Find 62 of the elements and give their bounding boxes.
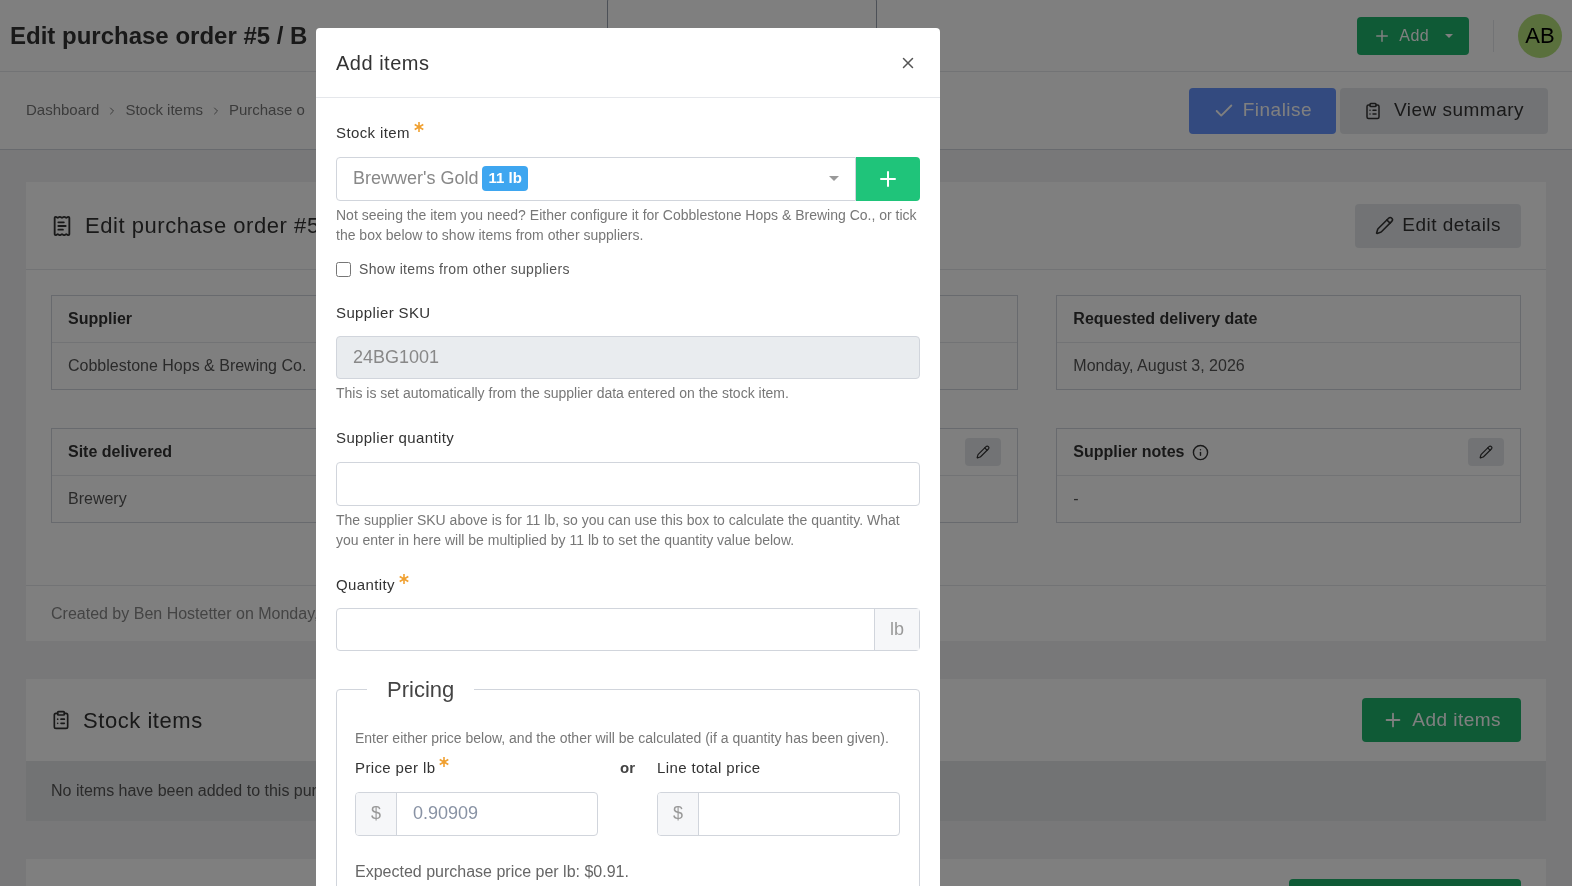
field-label: Price per lb bbox=[355, 758, 436, 778]
clipboard-icon bbox=[51, 710, 71, 730]
detail-label: Supplier bbox=[68, 309, 132, 329]
breadcrumb-link[interactable]: Dashboard bbox=[26, 99, 100, 122]
detail-value: Brewery bbox=[68, 489, 127, 509]
breadcrumb-link[interactable]: Stock items bbox=[125, 99, 203, 122]
field-label: Quantity bbox=[336, 574, 395, 595]
add-stock-item-button[interactable] bbox=[856, 156, 920, 201]
created-by-text: Created by Ben Hostetter on Monday, bbox=[51, 603, 319, 624]
detail-label: Site delivered bbox=[68, 442, 173, 462]
price-field[interactable]: $ bbox=[657, 791, 900, 836]
checkbox-label: Show items from other suppliers bbox=[359, 259, 570, 279]
field-label: Supplier SKU bbox=[336, 302, 431, 323]
edit-button[interactable] bbox=[965, 438, 1002, 466]
user-avatar[interactable]: AB bbox=[1518, 13, 1562, 58]
pencil-icon bbox=[1479, 445, 1493, 459]
price-input[interactable]: 0.90909 bbox=[397, 792, 597, 835]
dialog-title: Add items bbox=[336, 50, 430, 76]
required-icon bbox=[398, 573, 409, 584]
detail-value: Monday, August 3, 2026 bbox=[1073, 356, 1245, 376]
detail-value: - bbox=[1073, 489, 1079, 509]
expected-price-text: Expected purchase price per lb: $0.91. bbox=[355, 861, 630, 882]
help-text: The supplier SKU above is for 11 lb, so you can use this box to calculate the quantity. What you enter in here will be multiplied by 11 lb to set the quantity value below. bbox=[336, 510, 901, 550]
card-title: Stock items bbox=[83, 706, 203, 735]
supplier-quantity-field[interactable] bbox=[336, 461, 920, 506]
detail-label: Supplier notes bbox=[1073, 442, 1185, 462]
caret-icon bbox=[1445, 33, 1453, 38]
field-label: Line total price bbox=[657, 758, 761, 778]
currency-prefix: $ bbox=[356, 792, 397, 835]
section-legend: Pricing bbox=[367, 673, 475, 706]
detail-label: Requested delivery date bbox=[1073, 309, 1258, 329]
pricing-intro: Enter either price below, and the other will be calculated (if a quantity has been given). bbox=[355, 729, 890, 748]
checkbox[interactable] bbox=[336, 261, 351, 277]
required-icon bbox=[439, 757, 450, 767]
edit-button[interactable] bbox=[1468, 438, 1504, 466]
add-items-button[interactable]: Add items bbox=[1362, 698, 1521, 742]
currency-prefix: $ bbox=[658, 792, 699, 835]
empty-message: No items have been added to this pur bbox=[51, 781, 317, 801]
pencil-icon bbox=[976, 445, 991, 459]
required-icon bbox=[413, 122, 424, 132]
breadcrumb-link[interactable]: Purchase o bbox=[228, 99, 305, 122]
receipt-icon bbox=[51, 214, 73, 237]
or-text: or bbox=[619, 758, 636, 778]
pencil-icon bbox=[1375, 216, 1395, 235]
finalise-button[interactable]: Finalise bbox=[1188, 87, 1337, 134]
page-title: Edit purchase order #5 / B bbox=[10, 20, 308, 51]
price-field[interactable]: $ 0.90909 bbox=[355, 791, 598, 836]
field-label: Stock item bbox=[336, 123, 410, 143]
help-text: Not seeing the item you need? Either configure it for Cobblestone Hops & Brewing Co., or tick the box below to show items from other suppliers. bbox=[336, 205, 918, 245]
add-button[interactable]: Add bbox=[1357, 16, 1469, 55]
quantity-field[interactable]: lb bbox=[336, 608, 920, 651]
field-label: Supplier quantity bbox=[336, 428, 455, 448]
clipboard-icon bbox=[1364, 101, 1383, 120]
unit-suffix: lb bbox=[874, 609, 919, 650]
info-icon bbox=[1192, 443, 1210, 461]
unit-badge: 11 lb bbox=[482, 166, 528, 191]
view-summary-button[interactable]: View summary bbox=[1340, 87, 1548, 134]
caret-icon bbox=[829, 176, 839, 181]
detail-value: Cobblestone Hops & Brewing Co. bbox=[68, 356, 307, 376]
help-text: This is set automatically from the supplier data entered on the stock item. bbox=[336, 384, 790, 403]
edit-details-button[interactable]: Edit details bbox=[1355, 203, 1521, 248]
stock-item-select[interactable]: Brewwer's Gold 11 lb bbox=[336, 156, 856, 201]
